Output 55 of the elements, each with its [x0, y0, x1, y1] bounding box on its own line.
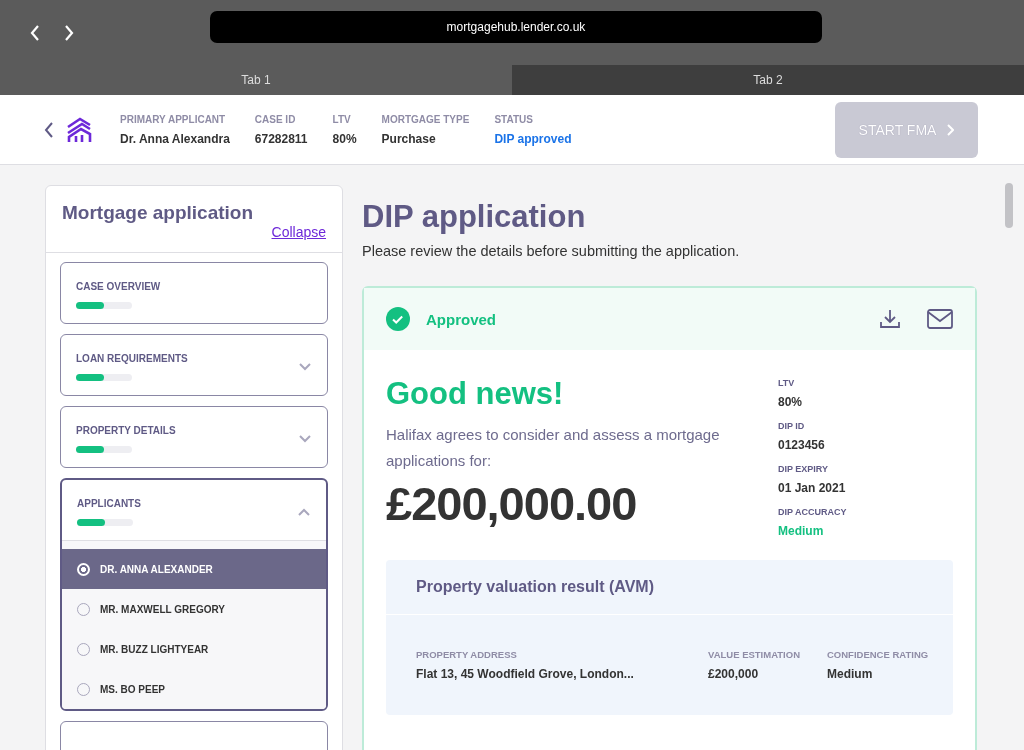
field-value: 80%: [332, 131, 357, 146]
browser-tab[interactable]: Tab 2: [512, 65, 1024, 95]
collapse-link[interactable]: Collapse: [271, 224, 326, 240]
valuation-value: Medium: [827, 667, 874, 681]
valuation-label: PROPERTY ADDRESS: [416, 649, 518, 660]
field-value: Purchase: [381, 131, 437, 146]
valuation-label: VALUE ESTIMATION: [708, 649, 801, 660]
field-label: PRIMARY APPLICANT: [120, 113, 227, 125]
headline: Good news!: [386, 376, 565, 412]
logo-icon: [66, 116, 92, 143]
section-label: PROPERTY DETAILS: [76, 425, 177, 436]
back-icon[interactable]: [44, 121, 54, 138]
download-icon[interactable]: [879, 308, 901, 330]
valuation-value: £200,000: [708, 667, 760, 681]
mail-icon[interactable]: [927, 309, 953, 329]
result-description: Halifax agrees to consider and assess a mortgage applications for:: [386, 425, 721, 471]
valuation-label: CONFIDENCE RATING: [827, 649, 929, 660]
status-text: Approved: [426, 310, 496, 328]
fact-label: DIP EXPIRY: [778, 464, 830, 474]
section-label: LOAN REQUIREMENTS: [76, 353, 189, 364]
fact-label: DIP ID: [778, 421, 806, 431]
valuation-title: Property valuation result (AVM): [386, 560, 953, 615]
valuation-value: Flat 13, 45 Woodfield Grove, London...: [416, 667, 635, 681]
fact-value: 80%: [778, 395, 804, 409]
sidebar-title: Mortgage application: [62, 202, 255, 224]
field-value: DIP approved: [494, 131, 572, 146]
field-value: 67282811: [254, 131, 308, 146]
section-card[interactable]: CASE OVERVIEW: [60, 262, 328, 324]
fact-label: LTV: [778, 378, 796, 388]
section-card[interactable]: APPLICANTS DR. ANNA ALEXANDER MR. MAXWELL GREGORY MR. BUZZ LIGHTYEAR MS. BO PEEP: [60, 478, 328, 711]
page-title: DIP application: [362, 199, 587, 235]
fact-value: Medium: [778, 524, 825, 538]
scrollbar[interactable]: [1005, 183, 1013, 228]
field-value: Dr. Anna Alexandra: [120, 131, 230, 146]
field-label: MORTGAGE TYPE: [381, 113, 470, 125]
chevron-right-icon: [946, 123, 955, 136]
loan-amount: £200,000.00: [386, 476, 638, 531]
fact-value: 01 Jan 2021: [778, 481, 847, 495]
section-card[interactable]: LOAN REQUIREMENTS: [60, 334, 328, 396]
fact-value: 0123456: [778, 438, 826, 452]
applicant-item[interactable]: MR. MAXWELL GREGORY: [62, 589, 326, 629]
address-bar[interactable]: mortgagehub.lender.co.uk: [210, 10, 822, 43]
field-label: CASE ID: [254, 113, 297, 125]
page-subtitle: Please review the details before submitting the application.: [362, 243, 741, 259]
section-card[interactable]: PROPERTY DETAILS: [60, 406, 328, 468]
check-circle-icon: [386, 307, 410, 331]
section-label: CASE OVERVIEW: [76, 281, 162, 292]
section-label: APPLICANTS: [77, 498, 142, 509]
field-label: LTV: [332, 113, 352, 125]
forward-icon[interactable]: [64, 24, 74, 41]
applicant-item[interactable]: MS. BO PEEP: [62, 669, 326, 709]
applicant-item[interactable]: DR. ANNA ALEXANDER: [62, 549, 326, 589]
applicant-item[interactable]: MR. BUZZ LIGHTYEAR: [62, 629, 326, 669]
fact-label: DIP ACCURACY: [778, 507, 848, 517]
field-label: STATUS: [494, 113, 534, 125]
